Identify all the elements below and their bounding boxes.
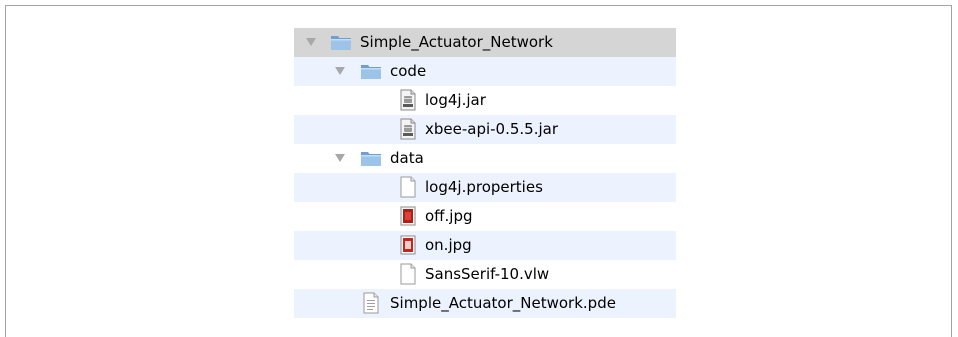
tree-row-log4j-properties[interactable]: log4j.properties <box>294 173 676 202</box>
disclosure-triangle-expanded-icon[interactable] <box>306 38 316 46</box>
tree-row-data[interactable]: data <box>294 144 676 173</box>
tree-row-simple-actuator-network-pde[interactable]: Simple_Actuator_Network.pde <box>294 289 676 318</box>
file-tree: Simple_Actuator_Network code log4j.jar x… <box>294 28 676 318</box>
tree-row-label: log4j.properties <box>425 178 543 196</box>
tree-row-label: on.jpg <box>425 236 472 254</box>
tree-row-log4j-jar[interactable]: log4j.jar <box>294 86 676 115</box>
tree-row-xbee-api-jar[interactable]: xbee-api-0.5.5.jar <box>294 115 676 144</box>
blank-file-icon <box>397 263 419 285</box>
text-file-icon <box>360 292 382 314</box>
tree-row-label: off.jpg <box>425 207 473 225</box>
folder-icon <box>360 147 382 169</box>
tree-row-on-jpg[interactable]: on.jpg <box>294 231 676 260</box>
tree-row-label: log4j.jar <box>425 91 486 109</box>
tree-row-simple-actuator-network[interactable]: Simple_Actuator_Network <box>294 28 676 57</box>
image-file-icon <box>397 234 419 256</box>
disclosure-triangle-expanded-icon[interactable] <box>335 67 345 75</box>
tree-row-sansserif-vlw[interactable]: SansSerif-10.vlw <box>294 260 676 289</box>
jar-file-icon <box>397 89 419 111</box>
tree-row-label: code <box>390 62 427 80</box>
jar-file-icon <box>397 118 419 140</box>
disclosure-triangle-expanded-icon[interactable] <box>335 154 345 162</box>
tree-row-label: Simple_Actuator_Network <box>360 33 553 51</box>
tree-row-off-jpg[interactable]: off.jpg <box>294 202 676 231</box>
image-file-icon <box>397 205 419 227</box>
tree-row-label: xbee-api-0.5.5.jar <box>425 120 559 138</box>
blank-file-icon <box>397 176 419 198</box>
tree-row-label: data <box>390 149 424 167</box>
tree-row-code[interactable]: code <box>294 57 676 86</box>
folder-icon <box>360 60 382 82</box>
tree-row-label: SansSerif-10.vlw <box>425 265 550 283</box>
folder-icon <box>330 31 352 53</box>
tree-row-label: Simple_Actuator_Network.pde <box>390 294 616 312</box>
